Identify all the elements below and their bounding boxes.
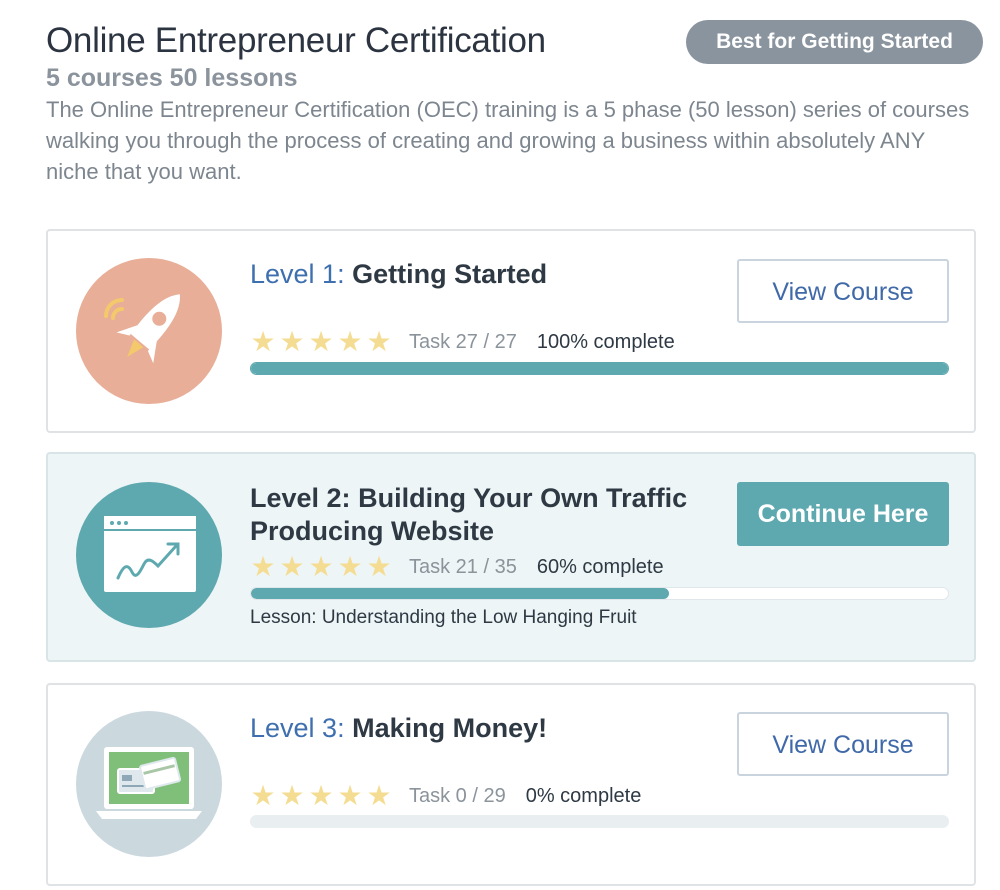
rating-stars: ★ ★ ★ ★ ★ [250,553,392,581]
course-stats: ★ ★ ★ ★ ★ Task 21 / 35 60% complete [250,552,664,582]
recommendation-badge: Best for Getting Started [686,20,983,64]
course-card-level-2: Level 2: Building Your Own Traffic Produ… [46,452,976,662]
course-title[interactable]: Level 1: Getting Started [250,258,547,291]
rating-stars: ★ ★ ★ ★ ★ [250,782,392,810]
view-course-button[interactable]: View Course [737,712,949,776]
course-name: Getting Started [352,259,548,289]
percent-complete: 60% complete [536,555,664,578]
laptop-payment-icon [76,711,222,857]
progress-fill [251,363,948,374]
course-title[interactable]: Level 2: Building Your Own Traffic Produ… [250,482,720,548]
current-lesson-link[interactable]: Lesson: Understanding the Low Hanging Fr… [250,607,637,629]
star-icon: ★ [337,780,363,811]
course-stats: ★ ★ ★ ★ ★ Task 27 / 27 100% complete [250,327,675,357]
course-count: 5 courses 50 lessons [46,64,298,92]
rocket-icon [76,258,222,404]
star-icon: ★ [250,326,276,357]
star-icon: ★ [279,780,305,811]
star-icon: ★ [308,326,334,357]
level-label: Level 2: [250,483,351,513]
progress-bar [250,362,949,375]
course-card-level-3: Level 3: Making Money! View Course ★ ★ ★ ★ ★… [46,683,976,886]
continue-here-button[interactable]: Continue Here [737,482,949,546]
star-icon: ★ [366,326,392,357]
progress-bar [250,587,949,600]
star-icon: ★ [308,551,334,582]
level-label: Level 1: [250,259,345,289]
star-icon: ★ [250,780,276,811]
star-icon: ★ [366,780,392,811]
star-icon: ★ [337,551,363,582]
star-icon: ★ [279,551,305,582]
progress-bar [250,815,949,828]
level-label: Level 3: [250,713,345,743]
view-course-button[interactable]: View Course [737,259,949,323]
website-chart-icon [76,482,222,628]
course-stats: ★ ★ ★ ★ ★ Task 0 / 29 0% complete [250,781,641,811]
task-count: Task 21 / 35 [409,555,517,578]
task-count: Task 27 / 27 [409,330,517,353]
task-count: Task 0 / 29 [409,784,506,807]
star-icon: ★ [366,551,392,582]
course-title[interactable]: Level 3: Making Money! [250,712,547,745]
course-card-level-1: Level 1: Getting Started View Course ★ ★ ★… [46,229,976,433]
program-description: The Online Entrepreneur Certification (O… [46,97,970,184]
percent-complete: 0% complete [525,784,642,807]
star-icon: ★ [308,780,334,811]
course-name: Making Money! [352,713,548,743]
star-icon: ★ [337,326,363,357]
percent-complete: 100% complete [536,330,675,353]
progress-fill [251,588,670,599]
star-icon: ★ [250,551,276,582]
star-icon: ★ [279,326,305,357]
rating-stars: ★ ★ ★ ★ ★ [250,328,392,356]
